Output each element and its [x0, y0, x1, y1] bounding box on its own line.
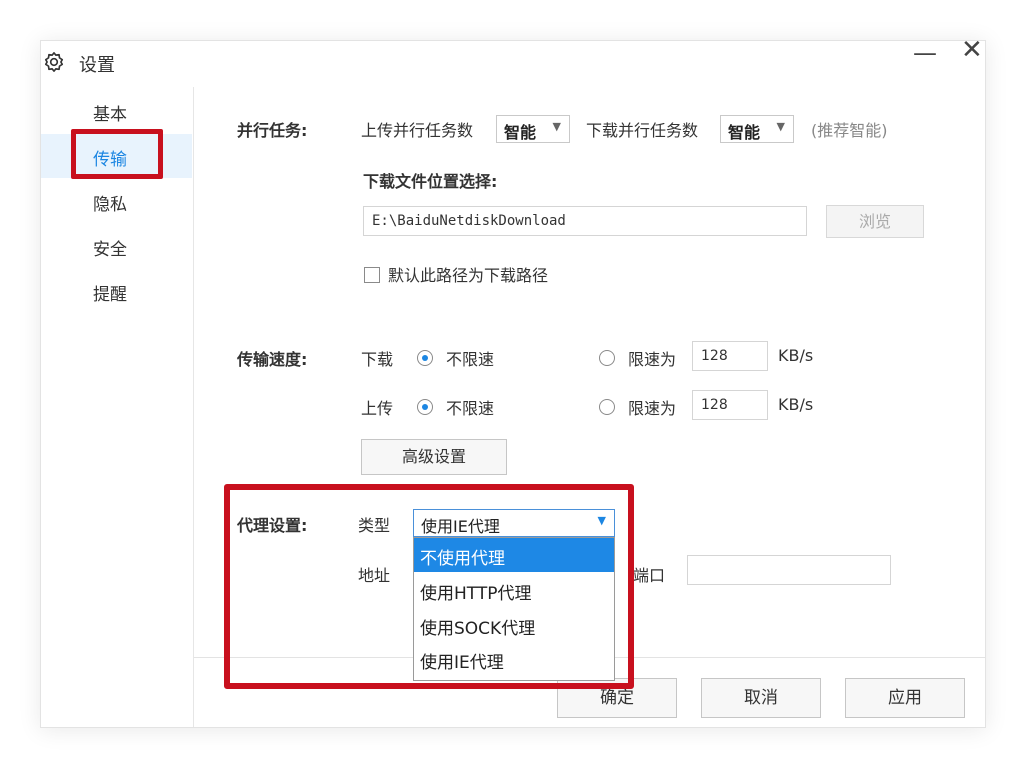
download-limit-label: 限速为 — [628, 350, 677, 369]
default-path-checkbox[interactable] — [364, 267, 380, 283]
gear-icon — [44, 52, 64, 72]
sidebar-item-label: 隐私 — [93, 195, 127, 215]
proxy-address-label: 地址 — [358, 566, 391, 585]
browse-button[interactable]: 浏览 — [826, 205, 924, 238]
apply-button[interactable]: 应用 — [845, 678, 965, 718]
select-value: 智能 — [728, 123, 761, 142]
option-label: 使用IE代理 — [420, 653, 504, 673]
option-label: 使用HTTP代理 — [420, 584, 532, 604]
chevron-down-icon: ▼ — [552, 120, 561, 133]
recommend-hint: (推荐智能) — [811, 121, 888, 140]
option-label: 不使用代理 — [420, 549, 505, 569]
select-value: 智能 — [504, 123, 537, 142]
select-value: 使用IE代理 — [421, 517, 500, 536]
settings-window: 设置 — ✕ 基本 传输 隐私 安全 提醒 并行任务: 上传并行任务数 智能 ▼… — [40, 35, 986, 728]
sidebar-item-security[interactable]: 安全 — [41, 224, 192, 268]
window-title: 设置 — [79, 55, 115, 76]
download-parallel-label: 下载并行任务数 — [586, 121, 699, 140]
cancel-button[interactable]: 取消 — [701, 678, 821, 718]
chevron-down-icon: ▼ — [597, 514, 606, 527]
default-path-label: 默认此路径为下载路径 — [388, 266, 549, 285]
download-unlimited-label: 不限速 — [446, 350, 495, 369]
download-limit-input[interactable] — [692, 341, 768, 371]
download-parallel-select[interactable]: 智能 ▼ — [720, 115, 794, 143]
download-unlimited-radio[interactable] — [417, 350, 433, 366]
sidebar-item-basic[interactable]: 基本 — [41, 89, 192, 133]
minimize-button[interactable]: — — [913, 39, 937, 67]
upload-unlimited-radio[interactable] — [417, 399, 433, 415]
chevron-down-icon: ▼ — [776, 120, 785, 133]
transfer-speed-label: 传输速度: — [237, 350, 308, 369]
ok-button[interactable]: 确定 — [557, 678, 677, 718]
parallel-tasks-label: 并行任务: — [237, 121, 308, 140]
upload-unit-label: KB/s — [778, 395, 814, 414]
sidebar-item-reminder[interactable]: 提醒 — [41, 269, 192, 313]
download-unit-label: KB/s — [778, 346, 814, 365]
sidebar-item-label: 提醒 — [93, 285, 127, 305]
download-speed-label: 下载 — [361, 350, 394, 369]
upload-unlimited-label: 不限速 — [446, 399, 495, 418]
upload-speed-label: 上传 — [361, 399, 394, 418]
upload-limit-input[interactable] — [692, 390, 768, 420]
proxy-option-ie[interactable]: 使用IE代理 — [414, 642, 614, 676]
title-bar[interactable]: 设置 — ✕ — [41, 35, 985, 87]
close-button[interactable]: ✕ — [961, 35, 983, 65]
proxy-type-select[interactable]: 使用IE代理 ▼ — [413, 509, 615, 537]
proxy-option-sock[interactable]: 使用SOCK代理 — [414, 608, 614, 642]
sidebar-item-label: 基本 — [93, 105, 127, 125]
proxy-type-label: 类型 — [358, 516, 391, 535]
proxy-option-http[interactable]: 使用HTTP代理 — [414, 573, 614, 607]
proxy-option-none[interactable]: 不使用代理 — [414, 538, 614, 572]
proxy-port-input[interactable] — [687, 555, 891, 585]
download-path-label: 下载文件位置选择: — [363, 172, 498, 191]
download-path-input[interactable] — [363, 206, 807, 236]
advanced-settings-button[interactable]: 高级设置 — [361, 439, 507, 475]
upload-parallel-select[interactable]: 智能 ▼ — [496, 115, 570, 143]
proxy-type-dropdown: 不使用代理 使用HTTP代理 使用SOCK代理 使用IE代理 — [413, 537, 615, 681]
option-label: 使用SOCK代理 — [420, 619, 536, 639]
download-limit-radio[interactable] — [599, 350, 615, 366]
settings-sidebar: 基本 传输 隐私 安全 提醒 — [41, 87, 194, 727]
upload-parallel-label: 上传并行任务数 — [361, 121, 474, 140]
proxy-settings-label: 代理设置: — [237, 516, 308, 535]
sidebar-item-privacy[interactable]: 隐私 — [41, 179, 192, 223]
sidebar-item-label: 安全 — [93, 240, 127, 260]
highlight-box-sidebar — [71, 129, 163, 179]
proxy-port-label: 端口 — [633, 566, 666, 585]
upload-limit-label: 限速为 — [628, 399, 677, 418]
upload-limit-radio[interactable] — [599, 399, 615, 415]
